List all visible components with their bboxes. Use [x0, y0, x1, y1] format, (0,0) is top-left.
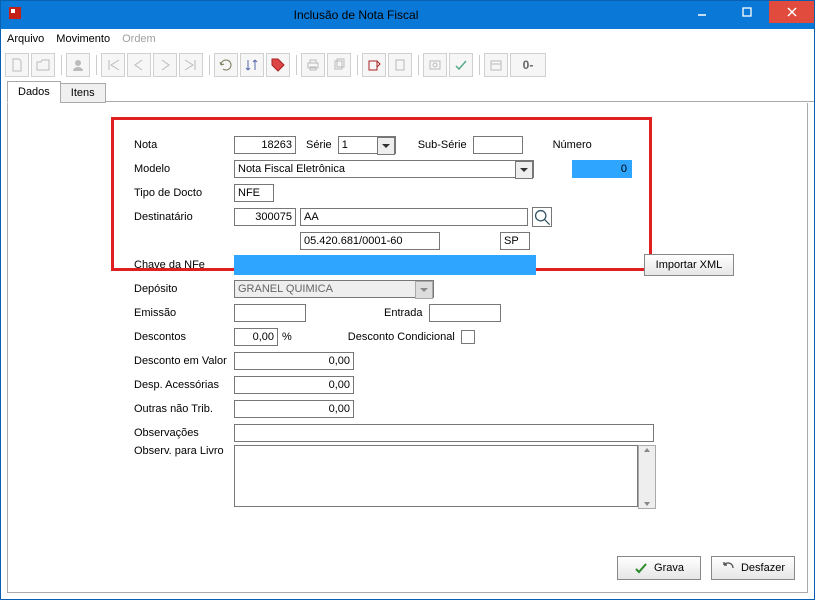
- label-desconto-valor: Desconto em Valor: [134, 355, 234, 367]
- last-icon[interactable]: [179, 53, 203, 77]
- tab-dados[interactable]: Dados: [7, 81, 61, 103]
- observacoes-input[interactable]: [234, 424, 654, 442]
- tag-icon[interactable]: [266, 53, 290, 77]
- tipo-docto-input[interactable]: [234, 184, 274, 202]
- chave-nfe-input[interactable]: [234, 255, 536, 275]
- label-destinatario: Destinatário: [134, 211, 234, 223]
- emissao-input[interactable]: [234, 304, 306, 322]
- minimize-button[interactable]: [679, 1, 724, 23]
- modelo-dropdown-icon[interactable]: [515, 161, 533, 179]
- menu-movimento[interactable]: Movimento: [56, 33, 110, 45]
- copy-icon[interactable]: [327, 53, 351, 77]
- label-chave-nfe: Chave da NFe: [134, 259, 234, 271]
- observ-livro-textarea[interactable]: [234, 445, 638, 507]
- label-desp-acessorias: Desp. Acessórias: [134, 379, 234, 391]
- deposito-select: [234, 280, 434, 298]
- label-outras-trib: Outras não Trib.: [134, 403, 234, 415]
- tab-strip: Dados Itens: [1, 81, 814, 103]
- app-window: Inclusão de Nota Fiscal Arquivo Moviment…: [0, 0, 815, 600]
- check-green-icon: [634, 561, 648, 575]
- menubar: Arquivo Movimento Ordem: [1, 29, 814, 49]
- desconto-valor-input[interactable]: [234, 352, 354, 370]
- label-modelo: Modelo: [134, 163, 234, 175]
- dest-cnpj-input[interactable]: [300, 232, 440, 250]
- toolbar: 0-: [1, 49, 814, 81]
- label-observ-livro: Observ. para Livro: [134, 445, 234, 457]
- subserie-input[interactable]: [473, 136, 523, 154]
- textarea-scrollbar[interactable]: [638, 445, 656, 509]
- menu-arquivo[interactable]: Arquivo: [7, 33, 44, 45]
- outras-trib-input[interactable]: [234, 400, 354, 418]
- new-icon[interactable]: [5, 53, 29, 77]
- zero-label: 0-: [523, 58, 534, 72]
- prev-icon[interactable]: [127, 53, 151, 77]
- menu-ordem[interactable]: Ordem: [122, 33, 156, 45]
- dest-codigo-input[interactable]: [234, 208, 296, 226]
- label-nota: Nota: [134, 139, 234, 151]
- calendar-icon[interactable]: [484, 53, 508, 77]
- grava-button[interactable]: Grava: [617, 556, 701, 580]
- desfazer-button[interactable]: Desfazer: [711, 556, 795, 580]
- open-icon[interactable]: [31, 53, 55, 77]
- next-icon[interactable]: [153, 53, 177, 77]
- sort-icon[interactable]: [240, 53, 264, 77]
- dest-nome-input[interactable]: [300, 208, 528, 226]
- label-descontos: Descontos: [134, 331, 234, 343]
- label-numero: Número: [553, 139, 592, 151]
- tab-content: Nota Série Sub-Série Número Modelo: [7, 103, 808, 593]
- label-entrada: Entrada: [384, 307, 423, 319]
- window-title: Inclusão de Nota Fiscal: [33, 8, 679, 22]
- nota-input[interactable]: [234, 136, 296, 154]
- scroll-up-icon: [643, 446, 651, 454]
- scroll-down-icon: [643, 500, 651, 508]
- numero-value: 0: [572, 160, 632, 178]
- zero-button[interactable]: 0-: [510, 53, 546, 77]
- serie-dropdown-icon[interactable]: [377, 137, 395, 155]
- desconto-condicional-checkbox[interactable]: [461, 330, 475, 344]
- modelo-select[interactable]: [234, 160, 534, 178]
- label-subserie: Sub-Série: [418, 139, 467, 151]
- dest-uf-input[interactable]: [500, 232, 530, 250]
- print-icon[interactable]: [301, 53, 325, 77]
- label-deposito: Depósito: [134, 283, 234, 295]
- close-button[interactable]: [769, 1, 814, 23]
- label-observacoes: Observações: [134, 427, 234, 439]
- importar-xml-button[interactable]: Importar XML: [644, 254, 734, 276]
- first-icon[interactable]: [101, 53, 125, 77]
- action-red-icon[interactable]: [362, 53, 386, 77]
- preview-icon[interactable]: [423, 53, 447, 77]
- desp-acessorias-input[interactable]: [234, 376, 354, 394]
- label-emissao: Emissão: [134, 307, 234, 319]
- paste-icon[interactable]: [388, 53, 412, 77]
- label-desconto-condicional: Desconto Condicional: [348, 331, 455, 343]
- percent-label: %: [282, 331, 292, 343]
- window-controls: [679, 1, 814, 29]
- titlebar: Inclusão de Nota Fiscal: [1, 1, 814, 29]
- entrada-input[interactable]: [429, 304, 501, 322]
- label-serie: Série: [306, 139, 332, 151]
- label-tipo-docto: Tipo de Docto: [134, 187, 234, 199]
- undo-icon: [721, 561, 735, 575]
- deposito-dropdown-icon: [415, 281, 433, 299]
- head-icon[interactable]: [66, 53, 90, 77]
- maximize-button[interactable]: [724, 1, 769, 23]
- check-icon[interactable]: [449, 53, 473, 77]
- app-logo-icon: [7, 5, 27, 25]
- refresh-icon[interactable]: [214, 53, 238, 77]
- dest-lookup-icon[interactable]: [532, 207, 552, 227]
- footer-buttons: Grava Desfazer: [617, 556, 795, 580]
- descontos-input[interactable]: [234, 328, 278, 346]
- tab-itens[interactable]: Itens: [60, 83, 106, 103]
